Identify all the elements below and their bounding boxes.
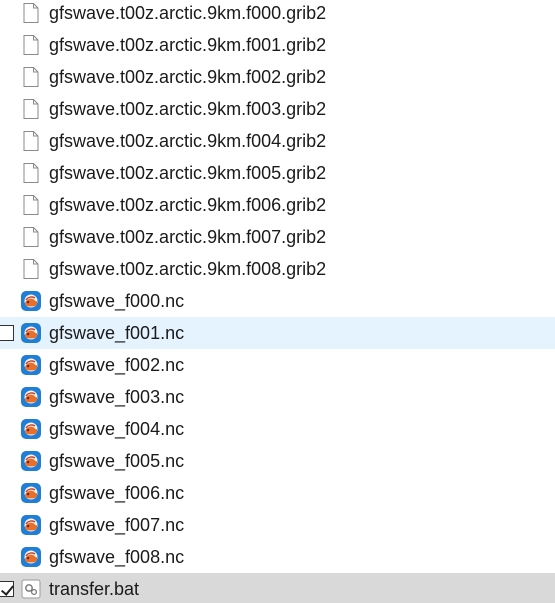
document-icon <box>20 258 42 280</box>
file-row[interactable]: transfer.bat <box>0 573 555 603</box>
file-row[interactable]: gfswave.t00z.arctic.9km.f005.grib2 <box>0 157 555 189</box>
file-row[interactable]: gfswave.t00z.arctic.9km.f007.grib2 <box>0 221 555 253</box>
file-row[interactable]: gfswave.t00z.arctic.9km.f002.grib2 <box>0 61 555 93</box>
document-icon <box>20 2 42 24</box>
file-row[interactable]: gfswave_f005.nc <box>0 445 555 477</box>
file-name[interactable]: gfswave_f006.nc <box>49 477 184 509</box>
file-row[interactable]: gfswave.t00z.arctic.9km.f008.grib2 <box>0 253 555 285</box>
file-name[interactable]: gfswave_f008.nc <box>49 541 184 573</box>
document-icon <box>20 162 42 184</box>
select-checkbox[interactable] <box>0 581 15 597</box>
document-icon <box>20 66 42 88</box>
file-row[interactable]: gfswave.t00z.arctic.9km.f001.grib2 <box>0 29 555 61</box>
file-name[interactable]: gfswave.t00z.arctic.9km.f008.grib2 <box>49 253 326 285</box>
document-icon <box>20 226 42 248</box>
file-name[interactable]: gfswave_f004.nc <box>49 413 184 445</box>
netcdf-app-icon <box>20 290 42 312</box>
file-row[interactable]: gfswave_f002.nc <box>0 349 555 381</box>
file-row[interactable]: gfswave_f004.nc <box>0 413 555 445</box>
file-name[interactable]: gfswave_f005.nc <box>49 445 184 477</box>
file-row[interactable]: gfswave_f006.nc <box>0 477 555 509</box>
file-name[interactable]: transfer.bat <box>49 573 139 603</box>
file-row[interactable]: gfswave_f000.nc <box>0 285 555 317</box>
netcdf-app-icon <box>20 354 42 376</box>
batch-file-icon <box>20 578 42 600</box>
file-name[interactable]: gfswave_f003.nc <box>49 381 184 413</box>
file-row[interactable]: gfswave.t00z.arctic.9km.f006.grib2 <box>0 189 555 221</box>
netcdf-app-icon <box>20 322 42 344</box>
file-name[interactable]: gfswave_f002.nc <box>49 349 184 381</box>
file-name[interactable]: gfswave_f007.nc <box>49 509 184 541</box>
netcdf-app-icon <box>20 386 42 408</box>
document-icon <box>20 34 42 56</box>
document-icon <box>20 98 42 120</box>
file-row[interactable]: gfswave.t00z.arctic.9km.f004.grib2 <box>0 125 555 157</box>
file-name[interactable]: gfswave.t00z.arctic.9km.f003.grib2 <box>49 93 326 125</box>
file-row[interactable]: gfswave.t00z.arctic.9km.f000.grib2 <box>0 0 555 29</box>
file-name[interactable]: gfswave.t00z.arctic.9km.f004.grib2 <box>49 125 326 157</box>
file-name[interactable]: gfswave.t00z.arctic.9km.f001.grib2 <box>49 29 326 61</box>
file-name[interactable]: gfswave.t00z.arctic.9km.f006.grib2 <box>49 189 326 221</box>
document-icon <box>20 130 42 152</box>
file-name[interactable]: gfswave_f001.nc <box>49 317 184 349</box>
file-row[interactable]: gfswave_f007.nc <box>0 509 555 541</box>
file-row[interactable]: gfswave_f008.nc <box>0 541 555 573</box>
netcdf-app-icon <box>20 482 42 504</box>
file-name[interactable]: gfswave_f000.nc <box>49 285 184 317</box>
file-row[interactable]: gfswave_f001.nc <box>0 317 555 349</box>
file-name[interactable]: gfswave.t00z.arctic.9km.f007.grib2 <box>49 221 326 253</box>
file-row[interactable]: gfswave_f003.nc <box>0 381 555 413</box>
file-name[interactable]: gfswave.t00z.arctic.9km.f002.grib2 <box>49 61 326 93</box>
document-icon <box>20 194 42 216</box>
select-checkbox[interactable] <box>0 325 14 341</box>
netcdf-app-icon <box>20 450 42 472</box>
netcdf-app-icon <box>20 514 42 536</box>
netcdf-app-icon <box>20 546 42 568</box>
file-name[interactable]: gfswave.t00z.arctic.9km.f005.grib2 <box>49 157 326 189</box>
file-name[interactable]: gfswave.t00z.arctic.9km.f000.grib2 <box>49 0 326 29</box>
netcdf-app-icon <box>20 418 42 440</box>
file-row[interactable]: gfswave.t00z.arctic.9km.f003.grib2 <box>0 93 555 125</box>
checkmark-icon <box>0 582 15 596</box>
file-list[interactable]: gfswave.t00z.arctic.9km.f000.grib2 gfswav… <box>0 0 555 603</box>
